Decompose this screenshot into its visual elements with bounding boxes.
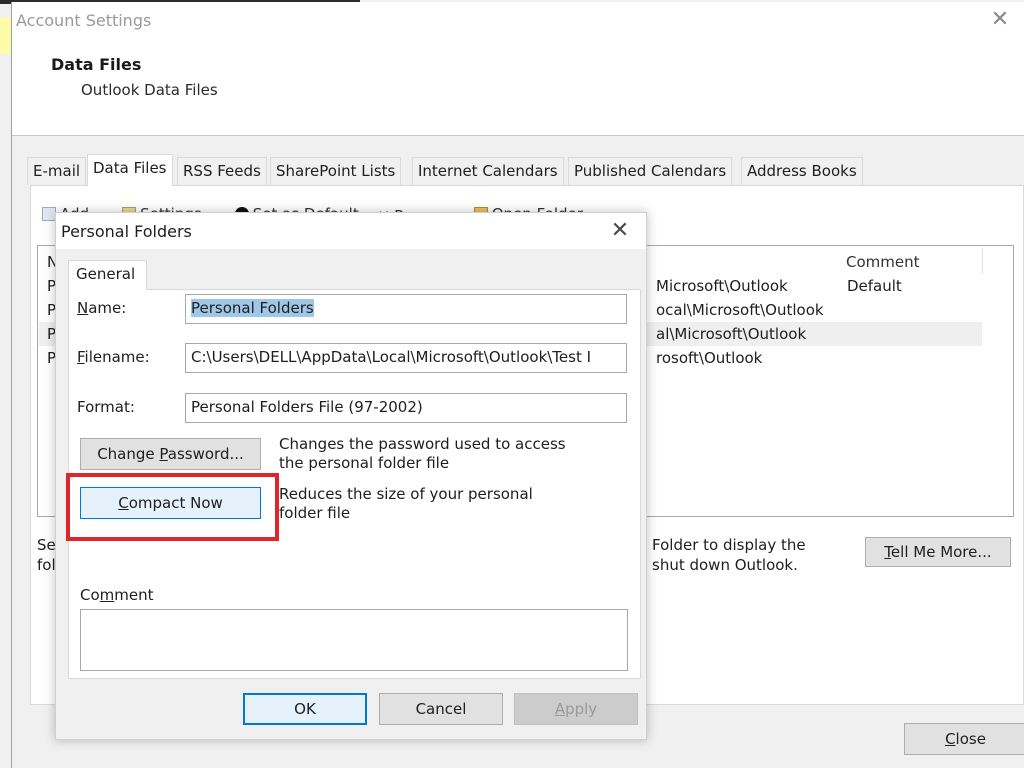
dialog-title: Personal Folders — [61, 222, 192, 241]
column-header-comment[interactable]: Comment — [846, 253, 920, 271]
filename-input[interactable]: C:\Users\DELL\AppData\Local\Microsoft\Ou… — [185, 343, 627, 373]
tab-internet-calendars[interactable]: Internet Calendars — [412, 157, 564, 185]
row-location: rosoft\Outlook — [656, 349, 763, 367]
compact-now-button[interactable]: Compact Now — [80, 487, 261, 519]
row-location: Microsoft\Outlook — [656, 277, 788, 295]
column-separator[interactable] — [982, 248, 983, 274]
info-text-right: Folder to display the shut down Outlook. — [652, 536, 806, 574]
row-comment: Default — [847, 277, 902, 295]
dialog-titlebar: Personal Folders ✕ — [56, 213, 646, 249]
close-icon[interactable]: ✕ — [988, 8, 1012, 32]
tab-general[interactable]: General — [68, 260, 147, 290]
change-password-description: Changes the password used to access the … — [279, 435, 566, 472]
comment-textarea[interactable] — [80, 609, 628, 671]
row-location: al\Microsoft\Outlook — [656, 325, 807, 343]
apply-button[interactable]: Apply — [514, 693, 638, 725]
tab-data-files[interactable]: Data Files — [87, 154, 173, 186]
tab-sharepoint-lists[interactable]: SharePoint Lists — [270, 157, 402, 185]
name-label: Name: — [77, 299, 127, 317]
personal-folders-dialog: Personal Folders ✕ General Name: Persona… — [55, 212, 647, 740]
tab-email[interactable]: E-mail — [27, 157, 87, 185]
ok-button[interactable]: OK — [243, 693, 367, 725]
format-field: Personal Folders File (97-2002) — [185, 393, 627, 423]
window-header: Account Settings ✕ Data Files Outlook Da… — [12, 2, 1024, 136]
tab-published-calendars[interactable]: Published Calendars — [568, 157, 733, 185]
cancel-button[interactable]: Cancel — [379, 693, 503, 725]
header-title: Data Files — [51, 55, 142, 74]
header-subtitle: Outlook Data Files — [81, 81, 218, 99]
window-title: Account Settings — [16, 11, 152, 30]
filename-label: Filename: — [77, 348, 150, 366]
name-input[interactable]: Personal Folders — [185, 294, 627, 324]
compact-now-description: Reduces the size of your personal folder… — [279, 485, 533, 522]
add-file-icon — [42, 207, 56, 221]
format-label: Format: — [77, 398, 135, 416]
comment-label: Comment — [80, 586, 154, 604]
change-password-button[interactable]: Change Password... — [80, 438, 261, 470]
close-button[interactable]: Close — [904, 723, 1024, 755]
tab-address-books[interactable]: Address Books — [741, 157, 863, 185]
tab-rss-feeds[interactable]: RSS Feeds — [177, 157, 267, 185]
tell-me-more-button[interactable]: Tell Me More... — [865, 537, 1011, 567]
close-icon[interactable]: ✕ — [606, 217, 634, 245]
info-text-left: Se fol — [37, 536, 56, 574]
row-location: ocal\Microsoft\Outlook — [656, 301, 824, 319]
